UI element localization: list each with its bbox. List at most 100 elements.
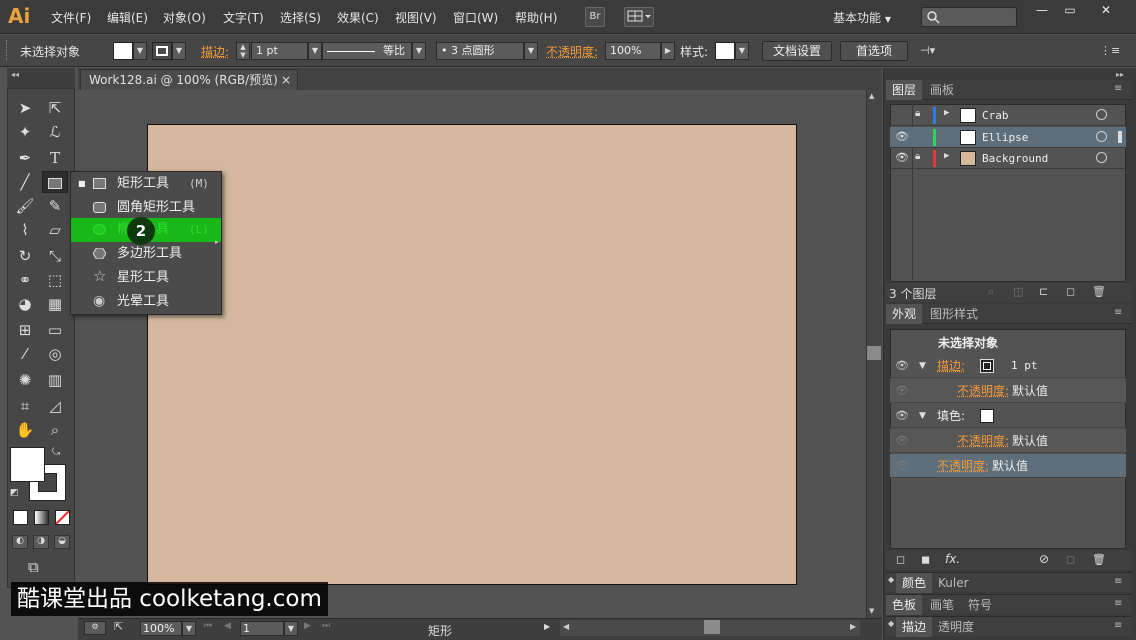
clear-appearance-icon[interactable]: ⊘ [1039, 552, 1049, 566]
opacity-field[interactable]: 100% [605, 42, 661, 60]
stroke-label[interactable]: 描边: [937, 354, 965, 378]
target-circle-icon[interactable] [1096, 152, 1107, 163]
draw-behind-icon[interactable]: ◑ [33, 535, 49, 549]
opacity-label[interactable]: 不透明度: [957, 379, 1009, 403]
workspace-switcher[interactable]: 基本功能 ▼ [833, 9, 891, 26]
collapse-toggle-icon[interactable]: ◆ [888, 619, 894, 628]
new-sublayer-icon[interactable]: ⊏ [1039, 285, 1048, 298]
preferences-button[interactable]: 首选项 [840, 41, 908, 61]
appearance-stroke-row[interactable]: 👁︎ ▼ 描边: 1 pt [890, 354, 1126, 378]
stroke-label[interactable]: 描边: [201, 43, 229, 60]
close-window-button[interactable]: ✕ [1092, 3, 1120, 17]
fill-dropdown[interactable]: ▼ [133, 42, 147, 60]
visibility-eye-icon[interactable]: 👁︎ [895, 454, 909, 478]
eyedropper-tool-icon[interactable]: ⁄ [12, 343, 38, 365]
delete-layer-icon[interactable]: 🗑︎ [1092, 285, 1106, 298]
line-tool-icon[interactable]: ╱ [12, 171, 38, 193]
free-transform-tool-icon[interactable]: ⬚ [42, 269, 68, 291]
panel-menu-icon[interactable]: ≡ [1114, 83, 1122, 94]
default-colors-icon[interactable]: ◩ [10, 488, 19, 498]
eraser-tool-icon[interactable]: ▱ [42, 219, 68, 241]
shape-builder-tool-icon[interactable]: ◕ [12, 293, 38, 315]
variable-width-profile[interactable]: 等比 [322, 42, 412, 60]
tab-brushes[interactable]: 画笔 [924, 595, 960, 615]
flyout-flare-tool[interactable]: ◉ 光晕工具 [71, 290, 221, 314]
hand-tool-icon[interactable]: ✋ [12, 419, 38, 441]
visibility-eye-icon[interactable]: 👁︎ [895, 354, 909, 378]
document-setup-button[interactable]: 文档设置 [762, 41, 832, 61]
direct-selection-tool-icon[interactable]: ⇱ [42, 97, 68, 119]
panel-menu-icon[interactable]: ≡ [1114, 620, 1122, 631]
bridge-button[interactable]: Br [585, 7, 605, 27]
layer-name[interactable]: Crab [982, 109, 1009, 122]
artboard[interactable] [147, 124, 797, 585]
tab-artboards[interactable]: 画板 [924, 80, 960, 100]
screen-mode-icon[interactable]: ⧉ [28, 558, 39, 576]
swap-colors-icon[interactable]: ⤿ [52, 447, 60, 458]
collapse-toggle-icon[interactable]: ◆ [888, 575, 894, 584]
graphic-style-swatch[interactable] [715, 42, 735, 60]
menu-object[interactable]: 对象(O) [163, 9, 206, 26]
last-artboard-icon[interactable]: ⏭ [322, 621, 330, 631]
visibility-eye-icon[interactable]: 👁︎ [895, 379, 909, 403]
stroke-dropdown[interactable]: ▼ [172, 42, 186, 60]
opacity-dropdown[interactable]: ▶ [661, 42, 675, 60]
expand-triangle-icon[interactable]: ▶ [944, 151, 949, 161]
scroll-left-icon[interactable]: ◀ [563, 622, 569, 631]
stroke-swatch[interactable] [980, 359, 994, 373]
draw-normal-icon[interactable]: ◐ [12, 535, 28, 549]
visibility-eye-icon[interactable]: 👁︎ [895, 151, 909, 164]
pen-tool-icon[interactable]: ✒ [12, 147, 38, 169]
artboard-dropdown[interactable]: ▼ [284, 621, 298, 636]
arrange-objects-button[interactable]: ⊣▾ [920, 44, 950, 60]
status-menu-icon[interactable]: ▶ [544, 622, 550, 631]
prev-artboard-icon[interactable]: ◀ [224, 621, 231, 631]
zoom-tool-icon[interactable]: ⌕ [42, 419, 68, 441]
expand-dock-icon[interactable]: ▸▸ [1116, 70, 1124, 79]
menu-type[interactable]: 文字(T) [223, 9, 264, 26]
lasso-tool-icon[interactable]: ℒ [42, 121, 68, 143]
control-bar-grip[interactable] [6, 40, 10, 60]
artboard-number-field[interactable]: 1 [240, 621, 284, 636]
scale-tool-icon[interactable]: ⤡ [42, 245, 68, 267]
fill-color-box-front[interactable] [10, 447, 45, 482]
appearance-fill-row[interactable]: 👁︎ ▼ 填色: [890, 404, 1126, 428]
stroke-weight[interactable]: 1 pt [1011, 354, 1038, 378]
scroll-down-icon[interactable]: ▼ [869, 607, 874, 615]
menu-effect[interactable]: 效果(C) [337, 9, 379, 26]
add-fill-icon[interactable]: ◼ [921, 553, 930, 566]
menu-help[interactable]: 帮助(H) [515, 9, 557, 26]
visibility-eye-icon[interactable]: 👁︎ [895, 130, 909, 143]
control-bar-menu-icon[interactable]: ⋮≡ [1100, 44, 1120, 60]
tearoff-arrow-icon[interactable]: ▸ [215, 238, 219, 246]
brush-dropdown[interactable]: ▼ [524, 42, 538, 60]
layer-name[interactable]: Background [982, 152, 1048, 165]
horizontal-scroll-thumb[interactable] [704, 620, 720, 634]
type-tool-icon[interactable]: T [42, 147, 68, 169]
target-circle-icon[interactable] [1096, 131, 1107, 142]
zoom-level-field[interactable]: 100% [140, 621, 182, 636]
clipping-mask-icon[interactable]: ◫ [1013, 285, 1023, 298]
zoom-dropdown[interactable]: ▼ [182, 621, 196, 636]
symbol-sprayer-tool-icon[interactable]: ✺ [12, 369, 38, 391]
menu-file[interactable]: 文件(F) [51, 9, 91, 26]
paintbrush-tool-icon[interactable]: 🖌 [12, 195, 38, 217]
panel-menu-icon[interactable]: ≡ [1114, 307, 1122, 318]
none-mode-icon[interactable] [55, 510, 70, 525]
expand-triangle-icon[interactable]: ▼ [919, 354, 926, 378]
arrange-documents-button[interactable] [624, 7, 654, 27]
tab-layers[interactable]: 图层 [886, 80, 923, 100]
layer-name[interactable]: Ellipse [982, 131, 1028, 144]
opacity-label[interactable]: 不透明度: [937, 454, 989, 478]
blob-brush-tool-icon[interactable]: ⌇ [12, 219, 38, 241]
gradient-mode-icon[interactable] [34, 510, 49, 525]
delete-item-icon[interactable]: 🗑︎ [1092, 553, 1106, 566]
scroll-right-icon[interactable]: ▶ [850, 622, 856, 631]
add-stroke-icon[interactable]: ◻ [896, 553, 905, 566]
flyout-star-tool[interactable]: ☆ 星形工具 [71, 266, 221, 290]
menu-select[interactable]: 选择(S) [280, 9, 321, 26]
stroke-weight-dropdown[interactable]: ▼ [308, 42, 322, 60]
draw-inside-icon[interactable]: ◒ [54, 535, 70, 549]
gradient-tool-icon[interactable]: ▭ [42, 319, 68, 341]
width-tool-icon[interactable]: ⚭ [12, 269, 38, 291]
